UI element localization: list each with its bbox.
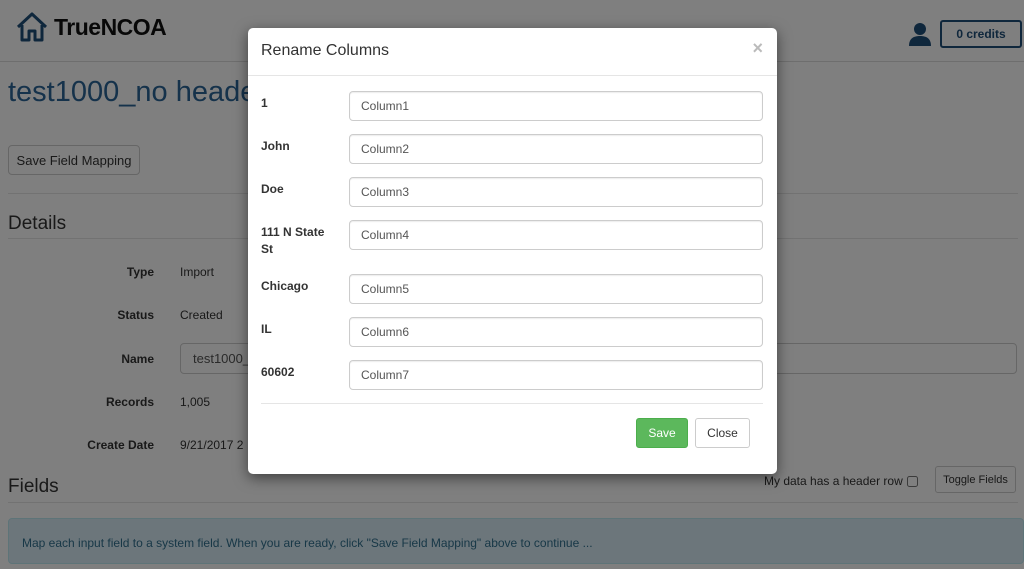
- close-button[interactable]: Close: [695, 418, 750, 448]
- modal-title: Rename Columns: [261, 42, 390, 59]
- rename-columns-modal: Rename Columns × 1 John Doe 111 N State …: [248, 28, 777, 474]
- close-icon[interactable]: ×: [752, 38, 763, 58]
- column-sample-label: IL: [261, 322, 272, 336]
- column-name-input[interactable]: [349, 274, 763, 304]
- column-name-input[interactable]: [349, 360, 763, 390]
- column-sample-label: John: [261, 139, 290, 153]
- column-sample-label: Doe: [261, 182, 284, 196]
- column-sample-label: 1: [261, 96, 268, 110]
- divider: [261, 403, 763, 404]
- column-name-input[interactable]: [349, 177, 763, 207]
- column-name-input[interactable]: [349, 220, 763, 250]
- column-name-input[interactable]: [349, 317, 763, 347]
- column-sample-label: Chicago: [261, 279, 309, 293]
- column-name-input[interactable]: [349, 134, 763, 164]
- column-name-input[interactable]: [349, 91, 763, 121]
- save-button[interactable]: Save: [636, 418, 688, 448]
- column-sample-label: 60602: [261, 365, 295, 379]
- column-sample-label: 111 N State St: [261, 225, 325, 256]
- modal-header: Rename Columns ×: [248, 28, 777, 76]
